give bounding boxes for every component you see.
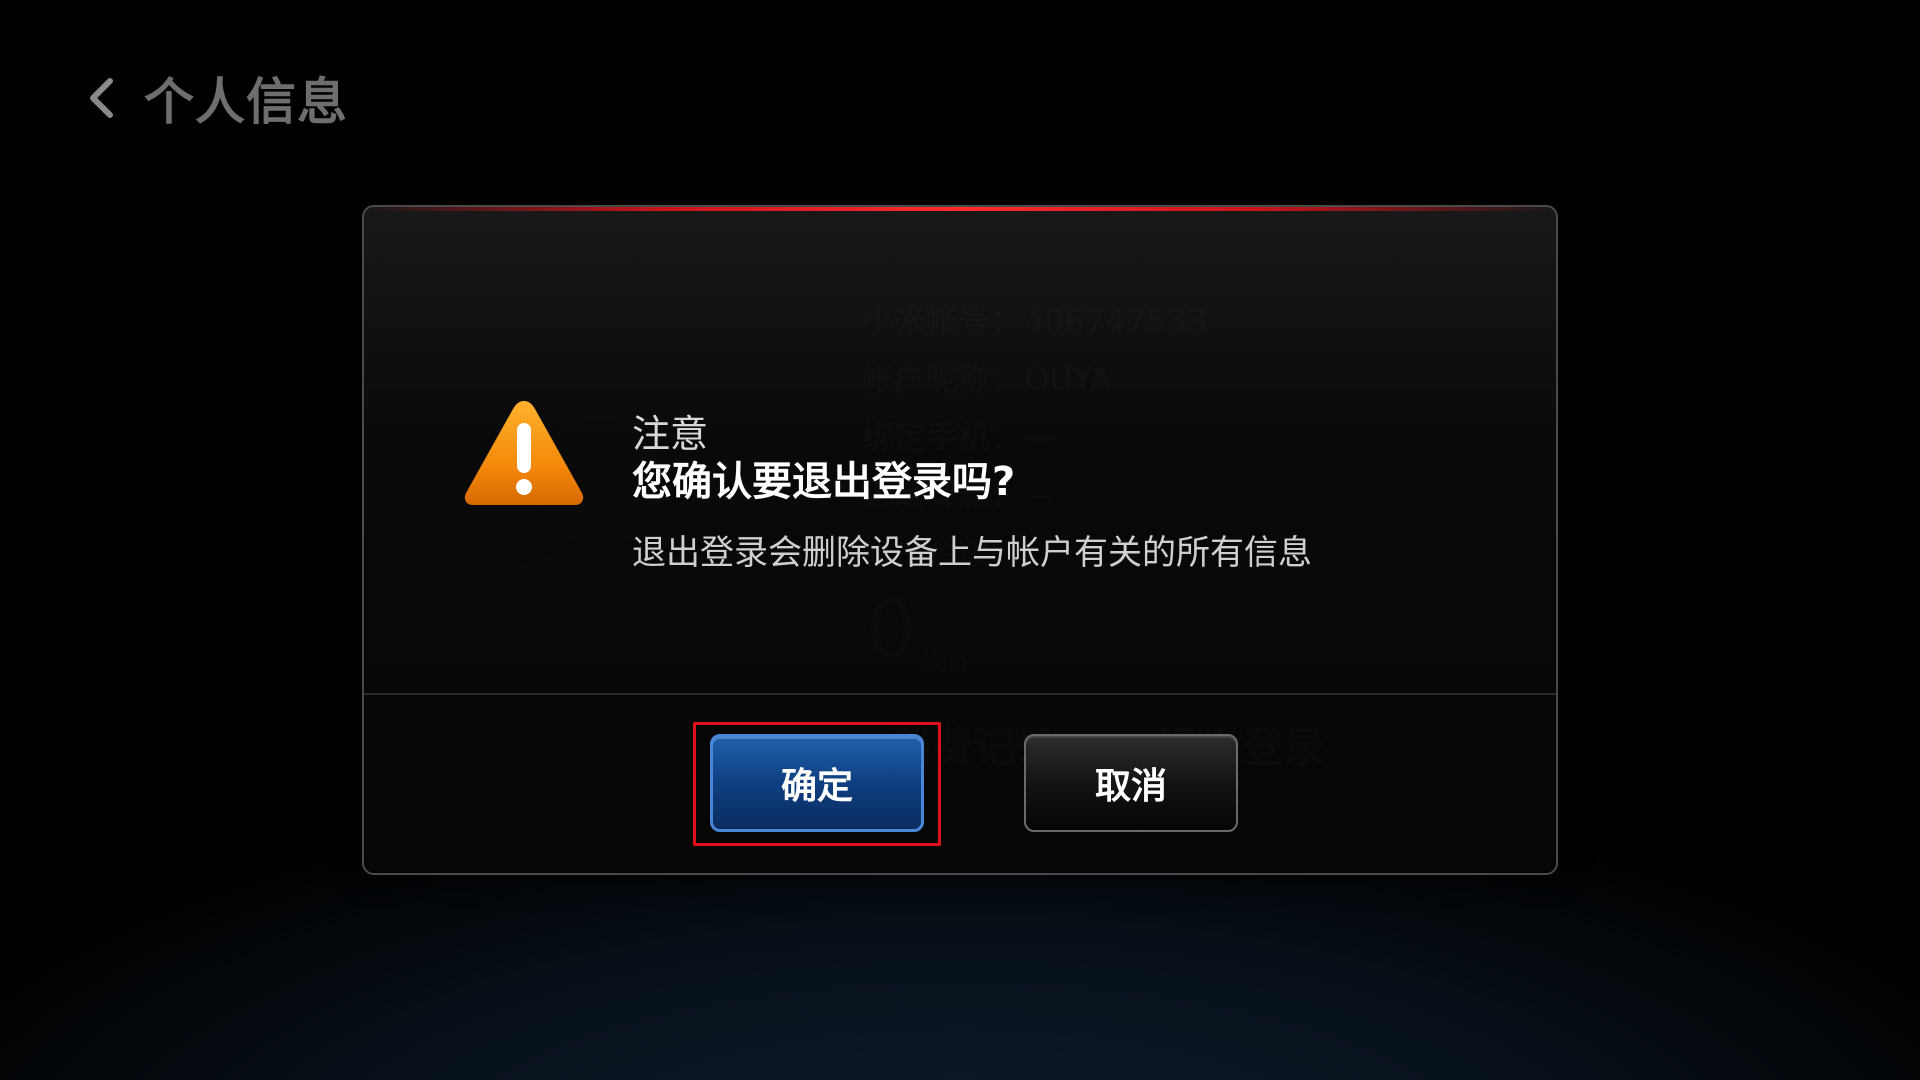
dialog-divider [364,693,1556,695]
confirm-button[interactable]: 确定 [710,734,924,832]
cancel-button[interactable]: 取消 [1024,734,1238,832]
dialog-question: 您确认要退出登录吗? [632,459,1016,505]
back-chevron-icon[interactable] [84,75,118,121]
warning-triangle-icon [464,401,584,505]
dialog-detail: 退出登录会删除设备上与帐户有关的所有信息 [632,533,1312,573]
screen: 小米帐号：406747533 帐户昵称：OUYA 绑定手机：— 绑定邮箱：— 帐… [0,0,1920,1080]
header: 个人信息 [84,58,348,138]
page-title: 个人信息 [144,73,348,131]
dialog-top-glow [364,207,1556,211]
logout-confirm-dialog: 注意 您确认要退出登录吗? 退出登录会删除设备上与帐户有关的所有信息 确定 取消 [362,205,1558,875]
